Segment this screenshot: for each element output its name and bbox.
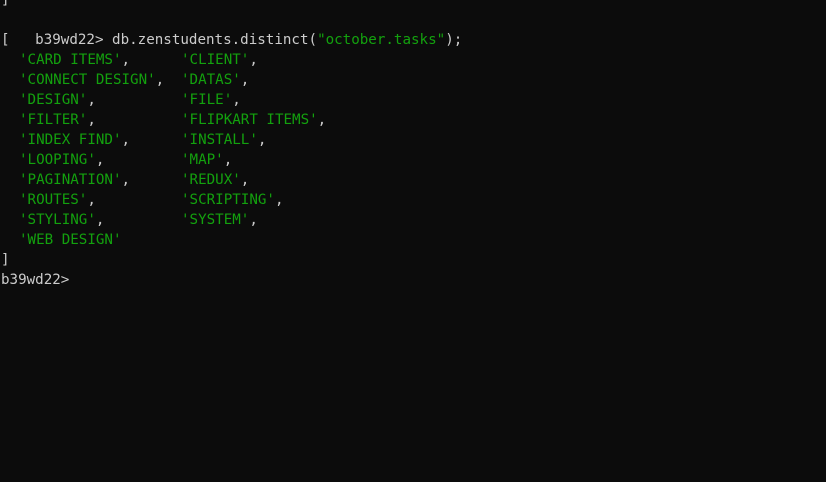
- result-separator: ,: [317, 112, 327, 128]
- result-value: 'REDUX': [181, 172, 241, 188]
- result-item: 'DATAS',: [181, 70, 249, 90]
- result-separator: ,: [257, 132, 267, 148]
- command-suffix: );: [445, 32, 463, 48]
- command-line: b39wd22> db.zenstudents.distinct("octobe…: [1, 10, 462, 48]
- result-item: 'LOOPING',: [19, 150, 104, 170]
- terminal-window[interactable]: ] b39wd22> db.zenstudents.distinct("octo…: [0, 0, 826, 482]
- result-separator: ,: [155, 72, 165, 88]
- result-value: 'STYLING': [19, 212, 96, 228]
- result-value: 'INSTALL': [181, 132, 258, 148]
- result-item: 'PAGINATION',: [19, 170, 130, 190]
- result-item: 'INDEX FIND',: [19, 130, 130, 150]
- result-item: 'ROUTES',: [19, 190, 96, 210]
- result-item: 'CLIENT',: [181, 50, 258, 70]
- result-item: 'CONNECT DESIGN',: [19, 70, 164, 90]
- result-item: 'MAP',: [181, 150, 232, 170]
- result-item: 'SCRIPTING',: [181, 190, 284, 210]
- result-value: 'CARD ITEMS': [19, 52, 122, 68]
- result-separator: ,: [95, 152, 105, 168]
- result-value: 'FILE': [181, 92, 233, 108]
- result-value: 'SYSTEM': [181, 212, 250, 228]
- result-separator: ,: [87, 112, 96, 128]
- result-separator: ,: [232, 92, 241, 108]
- result-item: 'FLIPKART ITEMS',: [181, 110, 326, 130]
- previous-output-bracket: ]: [1, 0, 10, 8]
- command-argument: "october.tasks": [317, 32, 446, 48]
- result-separator: ,: [121, 172, 131, 188]
- result-item: 'CARD ITEMS',: [19, 50, 130, 70]
- result-item: 'SYSTEM',: [181, 210, 258, 230]
- final-prompt: b39wd22>: [1, 272, 70, 288]
- shell-prompt: b39wd22>: [35, 32, 104, 48]
- result-separator: ,: [87, 92, 96, 108]
- result-close-bracket: ]: [1, 252, 10, 268]
- result-value: 'DATAS': [181, 72, 241, 88]
- result-value: 'INDEX FIND': [19, 132, 122, 148]
- result-item: 'STYLING',: [19, 210, 104, 230]
- result-separator: ,: [240, 72, 250, 88]
- result-separator: ,: [240, 172, 250, 188]
- result-value: 'DESIGN': [19, 92, 88, 108]
- result-separator: ,: [95, 212, 105, 228]
- result-value: 'LOOPING': [19, 152, 96, 168]
- result-value: 'CONNECT DESIGN': [19, 72, 156, 88]
- result-item: 'FILTER',: [19, 110, 96, 130]
- result-separator: ,: [249, 52, 258, 68]
- result-item: 'DESIGN',: [19, 90, 96, 110]
- result-separator: ,: [274, 192, 284, 208]
- result-separator: ,: [87, 192, 96, 208]
- result-value: 'ROUTES': [19, 192, 88, 208]
- result-open-bracket: [: [1, 32, 10, 48]
- result-item: 'REDUX',: [181, 170, 249, 190]
- result-separator: ,: [249, 212, 258, 228]
- command-text: db.zenstudents.distinct(: [103, 32, 318, 48]
- result-value: 'MAP': [181, 152, 224, 168]
- result-value: 'CLIENT': [181, 52, 250, 68]
- result-separator: ,: [121, 132, 131, 148]
- result-item: 'INSTALL',: [181, 130, 266, 150]
- result-value: 'PAGINATION': [19, 172, 122, 188]
- result-separator: ,: [223, 152, 233, 168]
- result-value: 'FLIPKART ITEMS': [181, 112, 318, 128]
- result-value: 'SCRIPTING': [181, 192, 275, 208]
- result-separator: ,: [121, 52, 131, 68]
- result-item: 'FILE',: [181, 90, 241, 110]
- result-item: 'WEB DESIGN': [19, 230, 122, 250]
- result-value: 'FILTER': [19, 112, 88, 128]
- result-value: 'WEB DESIGN': [19, 232, 122, 248]
